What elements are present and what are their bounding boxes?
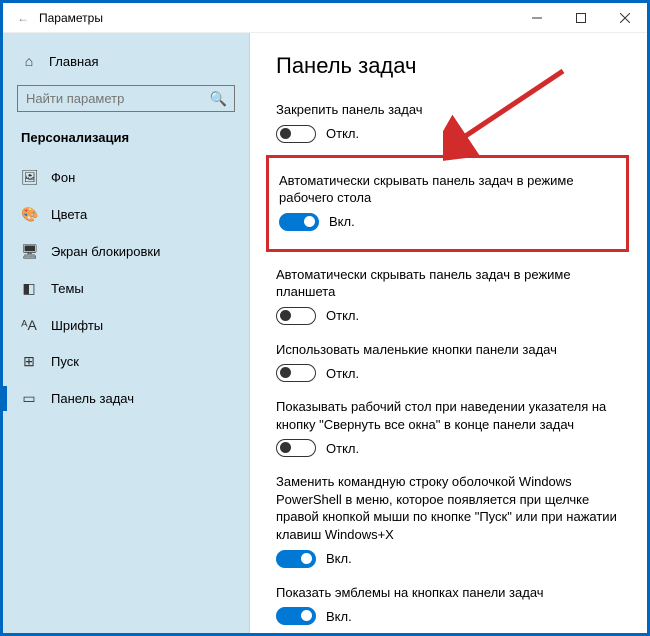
sidebar-item-label: Панель задач <box>51 391 134 406</box>
back-icon[interactable]: ← <box>17 11 29 25</box>
setting-label: Автоматически скрывать панель задач в ре… <box>279 172 616 207</box>
sidebar-item-icon: 🎨 <box>21 206 37 223</box>
setting-0: Закрепить панель задач Откл. <box>276 95 629 153</box>
toggle-state-label: Вкл. <box>326 609 352 624</box>
highlight-box: Автоматически скрывать панель задач в ре… <box>266 155 629 252</box>
setting-label: Показывать рабочий стол при наведении ук… <box>276 398 629 433</box>
search-input[interactable] <box>17 85 235 112</box>
toggle-switch[interactable] <box>276 364 316 382</box>
sidebar-item-4[interactable]: ᴬA Шрифты <box>3 307 249 343</box>
setting-label: Автоматически скрывать панель задач в ре… <box>276 266 629 301</box>
sidebar-item-label: Фон <box>51 170 75 185</box>
toggle-switch[interactable] <box>276 607 316 625</box>
sidebar-item-label: Экран блокировки <box>51 244 160 259</box>
toggle-state-label: Откл. <box>326 441 359 456</box>
setting-5: Заменить командную строку оболочкой Wind… <box>276 467 629 577</box>
setting-4: Показывать рабочий стол при наведении ук… <box>276 392 629 467</box>
toggle-state-label: Откл. <box>326 126 359 141</box>
toggle-state-label: Вкл. <box>329 214 355 229</box>
window-title: Параметры <box>39 11 103 25</box>
maximize-button[interactable] <box>559 3 603 33</box>
toggle-switch[interactable] <box>276 307 316 325</box>
sidebar-section-title: Персонализация <box>3 118 249 155</box>
home-icon: ⌂ <box>21 53 37 69</box>
sidebar-item-icon: 🖥 <box>21 243 37 260</box>
sidebar-item-3[interactable]: ◧ Темы <box>3 270 249 307</box>
setting-6: Показать эмблемы на кнопках панели задач… <box>276 578 629 633</box>
sidebar-item-icon: ⊞ <box>21 353 37 370</box>
minimize-button[interactable] <box>515 3 559 33</box>
setting-label: Закрепить панель задач <box>276 101 629 119</box>
page-title: Панель задач <box>276 53 629 79</box>
setting-label: Показать эмблемы на кнопках панели задач <box>276 584 629 602</box>
sidebar: ⌂ Главная 🔍 Персонализация 🖼 Фон 🎨 Цвета 🖥 Эк… <box>3 33 250 633</box>
setting-1: Автоматически скрывать панель задач в ре… <box>279 166 616 241</box>
sidebar-item-2[interactable]: 🖥 Экран блокировки <box>3 233 249 270</box>
setting-label: Заменить командную строку оболочкой Wind… <box>276 473 629 543</box>
toggle-switch[interactable] <box>276 439 316 457</box>
sidebar-item-label: Шрифты <box>51 318 103 333</box>
sidebar-home-label: Главная <box>49 54 98 69</box>
setting-3: Использовать маленькие кнопки панели зад… <box>276 335 629 393</box>
window-controls <box>515 3 647 33</box>
setting-2: Автоматически скрывать панель задач в ре… <box>276 260 629 335</box>
sidebar-item-icon: ◧ <box>21 280 37 297</box>
close-button[interactable] <box>603 3 647 33</box>
sidebar-home[interactable]: ⌂ Главная <box>3 47 249 75</box>
toggle-state-label: Откл. <box>326 366 359 381</box>
sidebar-nav: 🖼 Фон 🎨 Цвета 🖥 Экран блокировки ◧ Темы ᴬA Шрифты… <box>3 159 249 417</box>
setting-label: Использовать маленькие кнопки панели зад… <box>276 341 629 359</box>
sidebar-item-5[interactable]: ⊞ Пуск <box>3 343 249 380</box>
sidebar-item-label: Пуск <box>51 354 79 369</box>
sidebar-item-icon: ᴬA <box>21 317 37 333</box>
sidebar-item-label: Цвета <box>51 207 87 222</box>
toggle-state-label: Вкл. <box>326 551 352 566</box>
toggle-switch[interactable] <box>276 550 316 568</box>
toggle-state-label: Откл. <box>326 308 359 323</box>
search-icon: 🔍 <box>210 90 227 107</box>
sidebar-item-6[interactable]: ▭ Панель задач <box>3 380 249 417</box>
content: Панель задач Закрепить панель задач Откл.… <box>250 33 647 633</box>
toggle-switch[interactable] <box>279 213 319 231</box>
sidebar-item-1[interactable]: 🎨 Цвета <box>3 196 249 233</box>
sidebar-item-0[interactable]: 🖼 Фон <box>3 159 249 196</box>
titlebar: ← Параметры <box>3 3 647 33</box>
sidebar-item-label: Темы <box>51 281 84 296</box>
sidebar-item-icon: 🖼 <box>21 169 37 186</box>
sidebar-item-icon: ▭ <box>21 390 37 407</box>
toggle-switch[interactable] <box>276 125 316 143</box>
